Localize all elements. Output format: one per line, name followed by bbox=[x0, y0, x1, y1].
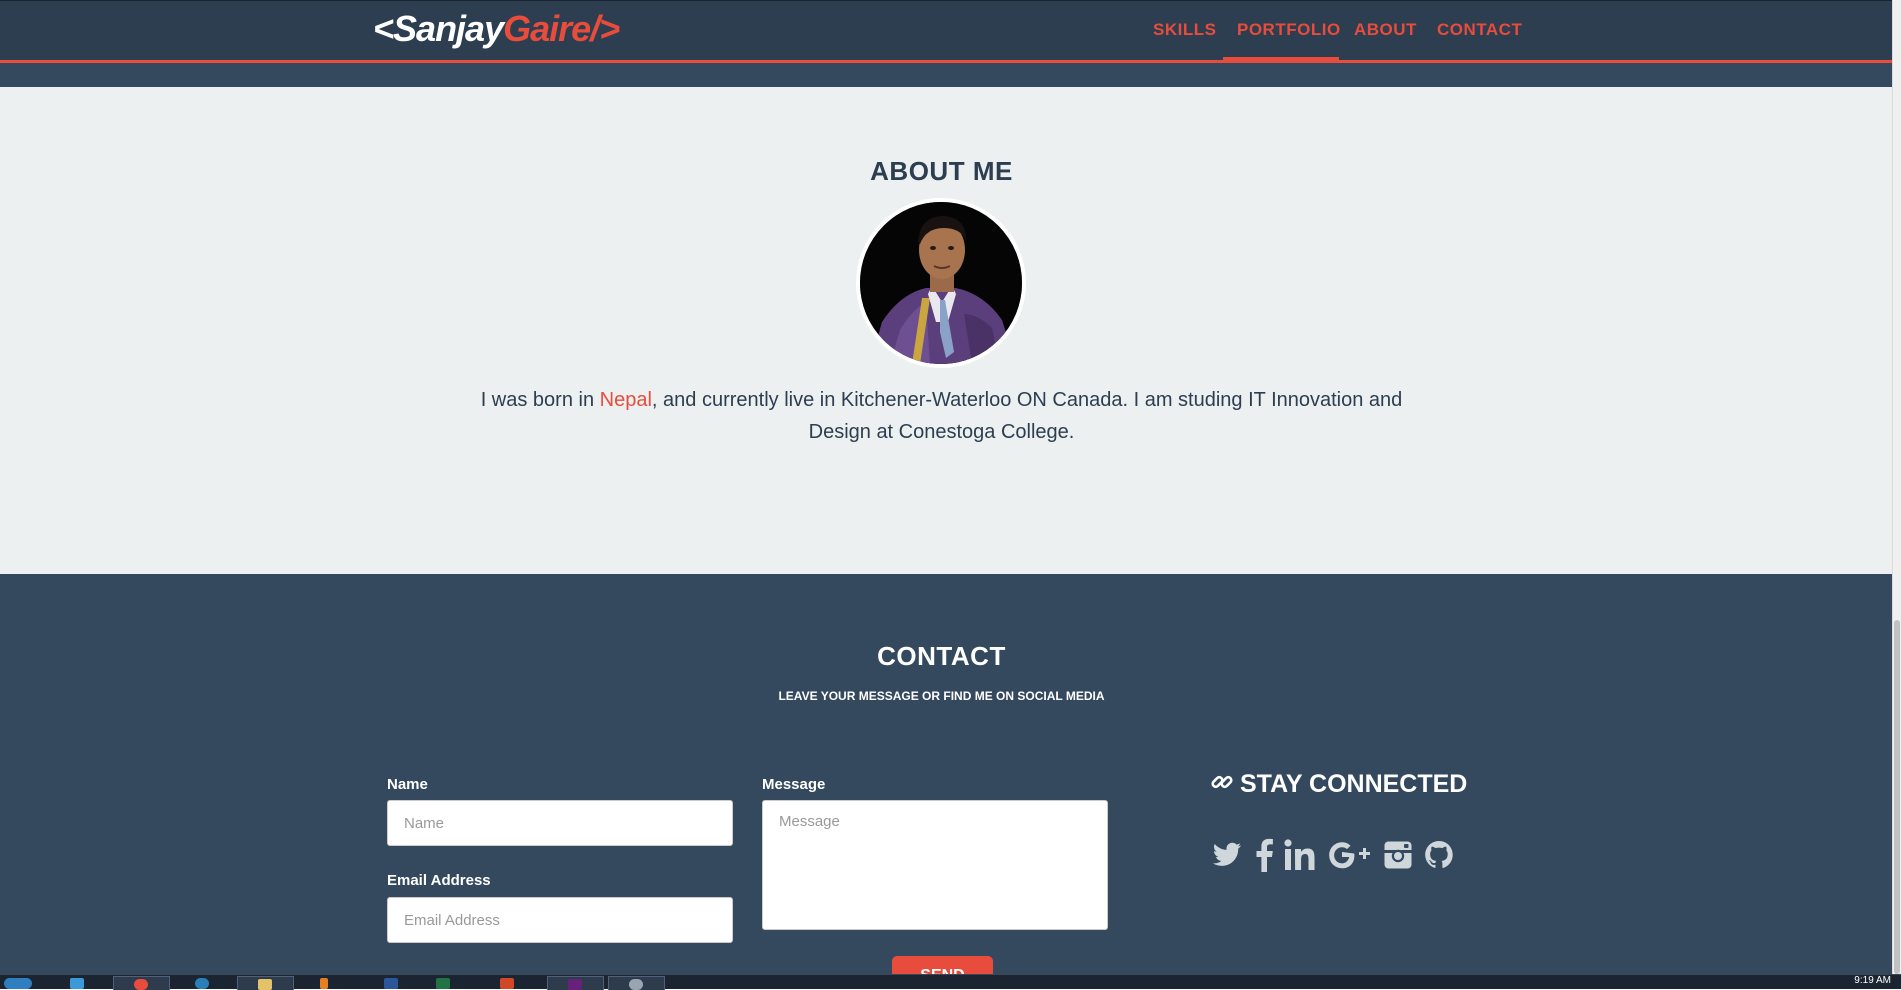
firefox-icon[interactable] bbox=[195, 978, 209, 989]
github-icon[interactable] bbox=[1424, 838, 1454, 874]
email-input[interactable] bbox=[387, 897, 733, 943]
logo-close-bracket: /> bbox=[590, 8, 620, 49]
contact-section: CONTACT LEAVE YOUR MESSAGE OR FIND ME ON… bbox=[0, 574, 1892, 974]
nav-active-indicator bbox=[1223, 57, 1339, 62]
scrollbar-thumb[interactable] bbox=[1894, 620, 1900, 974]
chrome-icon bbox=[134, 979, 148, 990]
message-label: Message bbox=[762, 776, 826, 793]
page: <SanjayGaire/> SKILLS PORTFOLIO ABOUT CO… bbox=[0, 0, 1892, 974]
nav-link-contact[interactable]: CONTACT bbox=[1437, 20, 1522, 40]
avatar-photo bbox=[860, 202, 1022, 364]
section-divider-strip bbox=[0, 63, 1892, 87]
app-icon bbox=[629, 979, 643, 990]
logo-open-bracket: < bbox=[373, 8, 394, 49]
taskbar-app[interactable] bbox=[608, 976, 665, 990]
site-logo[interactable]: <SanjayGaire/> bbox=[373, 8, 620, 50]
page-scrollbar[interactable] bbox=[1892, 0, 1901, 974]
linkedin-icon[interactable] bbox=[1284, 838, 1316, 874]
folder-icon bbox=[258, 979, 272, 990]
taskbar-visual-studio[interactable] bbox=[547, 976, 604, 990]
excel-icon[interactable] bbox=[436, 978, 450, 989]
taskbar-chrome[interactable] bbox=[113, 976, 170, 990]
link-icon bbox=[1211, 775, 1233, 789]
about-description: I was born in Nepal, and currently live … bbox=[470, 384, 1413, 448]
about-text-start: I was born in bbox=[480, 389, 600, 411]
navbar: <SanjayGaire/> SKILLS PORTFOLIO ABOUT CO… bbox=[0, 0, 1892, 63]
message-textarea[interactable] bbox=[762, 800, 1108, 930]
contact-subtitle: LEAVE YOUR MESSAGE OR FIND ME ON SOCIAL … bbox=[778, 689, 1105, 703]
about-title: ABOUT ME bbox=[870, 156, 1013, 186]
paint-icon[interactable] bbox=[320, 978, 328, 989]
contact-title: CONTACT bbox=[877, 641, 1006, 671]
about-highlight-nepal: Nepal bbox=[599, 389, 652, 411]
logo-first-name: Sanjay bbox=[393, 8, 504, 49]
nav-link-portfolio[interactable]: PORTFOLIO bbox=[1237, 20, 1341, 40]
navbar-top-line bbox=[0, 0, 1892, 1]
name-input[interactable] bbox=[387, 800, 733, 846]
send-button[interactable]: SEND bbox=[892, 956, 993, 974]
name-label: Name bbox=[387, 776, 428, 793]
stay-connected-label: STAY CONNECTED bbox=[1240, 770, 1468, 798]
visual-studio-icon bbox=[568, 979, 582, 990]
about-section: ABOUT ME I was born in Nepal, and curren… bbox=[0, 87, 1892, 574]
logo-last-name: Gaire bbox=[503, 8, 591, 49]
twitter-icon[interactable] bbox=[1211, 838, 1243, 874]
avatar bbox=[856, 198, 1026, 368]
stay-connected-heading: STAY CONNECTED bbox=[1210, 770, 1467, 799]
instagram-icon[interactable] bbox=[1383, 838, 1413, 874]
powerpoint-icon[interactable] bbox=[500, 978, 514, 989]
nav-link-about[interactable]: ABOUT bbox=[1354, 20, 1417, 40]
google-plus-icon[interactable] bbox=[1328, 838, 1372, 874]
word-icon[interactable] bbox=[384, 978, 398, 989]
about-text-end: , and currently live in Kitchener-Waterl… bbox=[651, 389, 1403, 443]
ie-icon[interactable] bbox=[70, 978, 84, 989]
taskbar-explorer[interactable] bbox=[237, 976, 294, 990]
facebook-icon[interactable] bbox=[1254, 838, 1274, 874]
email-label: Email Address bbox=[387, 872, 491, 889]
os-taskbar: 9:19 AM bbox=[0, 974, 1901, 990]
taskbar-clock[interactable]: 9:19 AM bbox=[1854, 975, 1891, 986]
graduate-portrait-icon bbox=[860, 202, 1022, 364]
nav-link-skills[interactable]: SKILLS bbox=[1153, 20, 1216, 40]
start-button-icon[interactable] bbox=[4, 978, 32, 989]
